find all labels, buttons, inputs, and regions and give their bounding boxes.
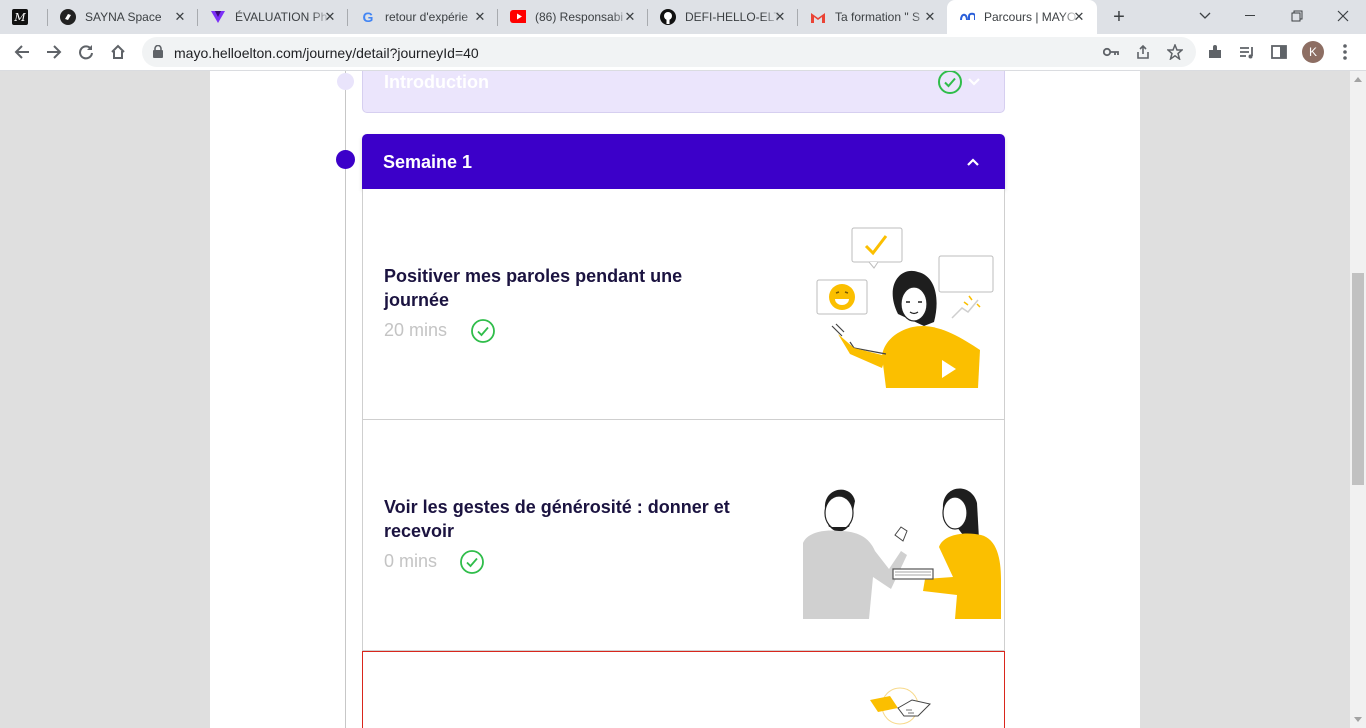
tab-parcours-mayo[interactable]: Parcours | MAYO ✕	[947, 0, 1097, 34]
section-title: Introduction	[384, 72, 489, 92]
evaluation-icon	[210, 9, 226, 25]
new-tab-button[interactable]: +	[1108, 5, 1130, 29]
tab-medium[interactable]: M	[0, 0, 48, 34]
lesson-duration: 0 mins	[384, 551, 438, 571]
github-icon	[660, 9, 676, 25]
forward-icon[interactable]	[41, 39, 67, 65]
lesson-title: Positiver mes paroles pendant une journé…	[384, 266, 683, 310]
browser-tab-strip: M SAYNA Space ✕ ÉVALUATION Ph ✕ G retour…	[0, 0, 1366, 34]
timeline-dot-introduction	[337, 73, 354, 90]
mayo-icon	[959, 9, 975, 25]
handshake-illustration	[870, 687, 931, 725]
page-viewport: Introduction Semaine 1 Positiver mes par…	[0, 71, 1350, 728]
medium-icon: M	[12, 9, 28, 25]
tab-github[interactable]: DEFI-HELLO-ELT ✕	[648, 0, 798, 34]
completed-check-icon	[937, 71, 963, 100]
tab-youtube[interactable]: (86) Responsabi ✕	[498, 0, 648, 34]
tab-evaluation[interactable]: ÉVALUATION Ph ✕	[198, 0, 348, 34]
bookmark-star-icon[interactable]	[1166, 43, 1184, 61]
chevron-up-icon[interactable]	[966, 154, 980, 172]
menu-kebab-icon[interactable]	[1332, 39, 1358, 65]
svg-text:G: G	[363, 9, 374, 25]
url-text[interactable]: mayo.helloelton.com/journey/detail?journ…	[174, 45, 479, 61]
restore-icon[interactable]	[1274, 0, 1320, 32]
share-icon[interactable]	[1134, 43, 1152, 61]
lesson-title: Voir les gestes de générosité : donner e…	[384, 497, 730, 541]
lesson-card-highlighted[interactable]	[362, 651, 1005, 728]
minimize-icon[interactable]	[1228, 0, 1274, 32]
giving-receiving-illustration	[803, 488, 1001, 619]
close-tab-icon[interactable]: ✕	[622, 9, 638, 25]
sayna-icon	[60, 9, 76, 25]
close-tab-icon[interactable]: ✕	[172, 9, 188, 25]
scroll-down-icon[interactable]	[1354, 717, 1362, 722]
google-icon: G	[360, 9, 376, 25]
section-title: Semaine 1	[383, 152, 473, 172]
positive-speech-illustration	[816, 227, 994, 388]
side-panel-icon[interactable]	[1266, 39, 1292, 65]
scroll-up-icon[interactable]	[1354, 77, 1362, 82]
tab-gmail[interactable]: Ta formation " S ✕	[798, 0, 948, 34]
chevron-down-icon[interactable]	[967, 74, 981, 92]
extensions-icon[interactable]	[1202, 39, 1228, 65]
page-scrollbar[interactable]	[1350, 71, 1366, 728]
key-icon[interactable]	[1102, 43, 1120, 61]
close-window-icon[interactable]	[1320, 0, 1366, 32]
close-tab-icon[interactable]: ✕	[472, 9, 488, 25]
gmail-icon	[810, 9, 826, 25]
home-icon[interactable]	[105, 39, 131, 65]
timeline-line	[345, 71, 346, 728]
browser-toolbar: mayo.helloelton.com/journey/detail?journ…	[0, 34, 1366, 71]
tab-search-icon[interactable]	[1182, 0, 1228, 32]
media-control-icon[interactable]	[1234, 39, 1260, 65]
svg-text:M: M	[13, 11, 26, 24]
lock-icon[interactable]	[153, 44, 163, 63]
tab-sayna[interactable]: SAYNA Space ✕	[48, 0, 198, 34]
lesson-card[interactable]: Positiver mes paroles pendant une journé…	[362, 189, 1005, 420]
close-tab-icon[interactable]: ✕	[1071, 9, 1087, 25]
completed-check-icon	[459, 549, 485, 580]
lesson-card[interactable]: Voir les gestes de générosité : donner e…	[362, 420, 1005, 651]
close-tab-icon[interactable]: ✕	[772, 9, 788, 25]
close-tab-icon[interactable]: ✕	[922, 9, 938, 25]
tab-google-search[interactable]: G retour d'expérie ✕	[348, 0, 498, 34]
profile-avatar[interactable]: K	[1302, 41, 1324, 63]
timeline-dot-week-1	[336, 150, 355, 169]
back-icon[interactable]	[9, 39, 35, 65]
journey-content: Introduction Semaine 1 Positiver mes par…	[210, 71, 1140, 728]
section-introduction-header[interactable]: Introduction	[362, 71, 1005, 113]
lesson-duration: 20 mins	[384, 320, 448, 340]
youtube-icon	[510, 9, 526, 25]
completed-check-icon	[470, 318, 496, 349]
close-tab-icon[interactable]: ✕	[322, 9, 338, 25]
section-week-1-header[interactable]: Semaine 1	[362, 134, 1005, 189]
address-bar[interactable]: mayo.helloelton.com/journey/detail?journ…	[142, 37, 1196, 67]
scrollbar-thumb[interactable]	[1352, 273, 1364, 485]
reload-icon[interactable]	[73, 39, 99, 65]
